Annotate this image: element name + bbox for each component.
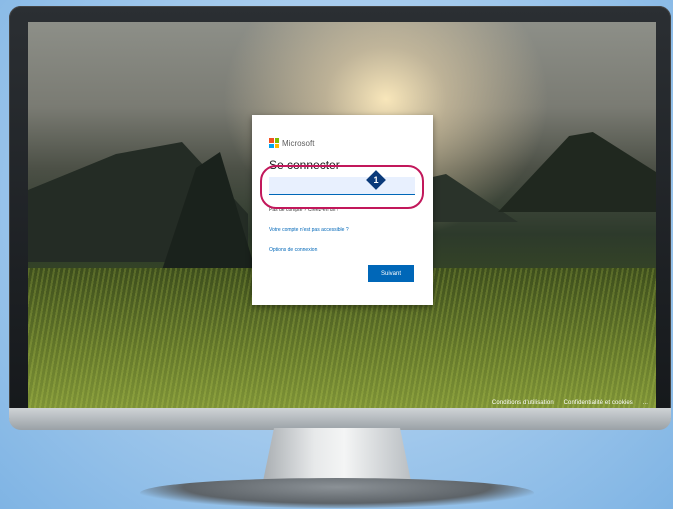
microsoft-logo: Microsoft — [269, 138, 314, 148]
account-inaccessible-link[interactable]: Votre compte n'est pas accessible ? — [269, 227, 349, 233]
step-marker: 1 — [366, 170, 386, 190]
background-mountain — [498, 132, 656, 212]
next-button[interactable]: Suivant — [368, 265, 414, 282]
microsoft-logo-icon — [269, 138, 279, 148]
signin-options-link[interactable]: Options de connexion — [269, 247, 317, 253]
more-options-link[interactable]: ... — [643, 400, 648, 406]
step-number: 1 — [373, 175, 379, 185]
terms-link[interactable]: Conditions d'utilisation — [492, 400, 554, 406]
privacy-link[interactable]: Confidentialité et cookies — [564, 400, 633, 406]
login-card: Microsoft Se connecter Pas de compte ? C… — [252, 115, 433, 305]
highlight-ring — [260, 165, 424, 209]
monitor-stand-base — [140, 478, 534, 508]
brand-name: Microsoft — [282, 138, 315, 148]
monitor-chin — [9, 408, 671, 430]
footer-links: Conditions d'utilisation Confidentialité… — [484, 400, 648, 406]
